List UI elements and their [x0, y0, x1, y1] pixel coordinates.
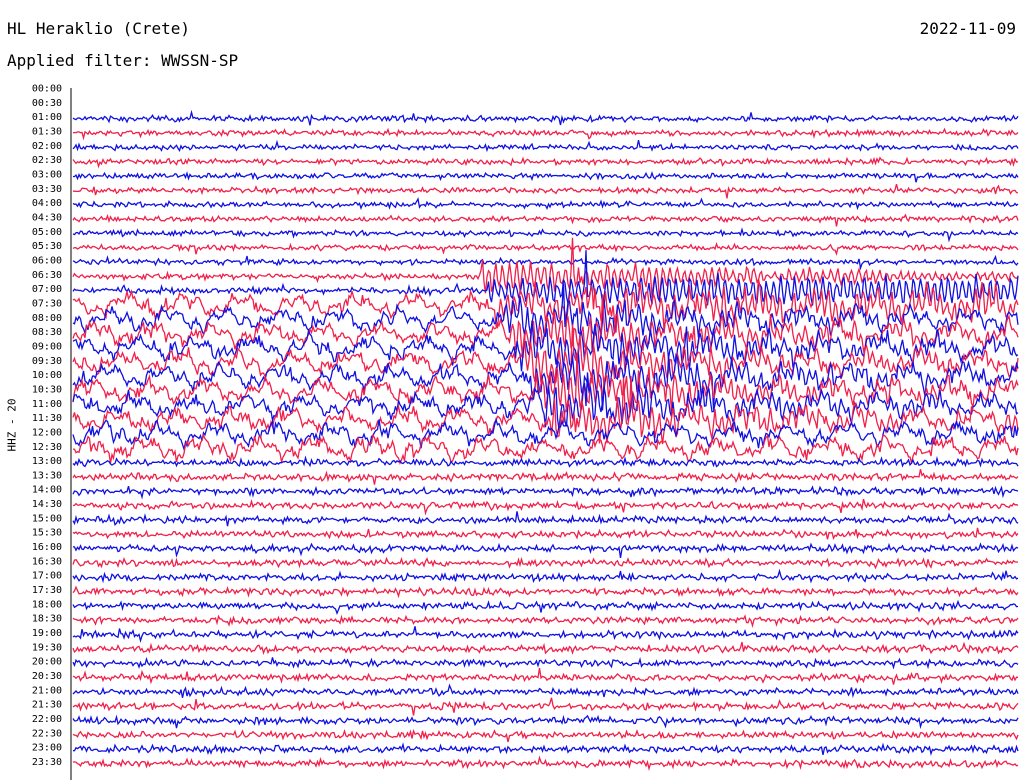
- trace-2030: [72, 667, 1019, 685]
- y-tick-label: 01:00: [32, 112, 62, 123]
- trace-2330: [72, 755, 1019, 772]
- y-tick-label: 16:30: [32, 556, 62, 567]
- y-tick-label: 13:30: [32, 470, 62, 481]
- y-tick-label: 00:30: [32, 98, 62, 109]
- trace-0330: [72, 184, 1019, 199]
- trace-2000: [72, 656, 1019, 670]
- trace-0830: [72, 294, 1019, 358]
- trace-0230: [72, 156, 1019, 169]
- y-tick-label: 23:30: [32, 757, 62, 768]
- y-tick-label: 23:00: [32, 743, 62, 754]
- y-axis-title: HHZ - 20: [5, 398, 19, 452]
- y-tick-label: 02:30: [32, 155, 62, 166]
- y-tick-label: 21:00: [32, 685, 62, 696]
- y-tick-label: 09:00: [32, 341, 62, 352]
- y-tick-label: 15:00: [32, 513, 62, 524]
- y-tick-label: 10:30: [32, 384, 62, 395]
- y-tick-label: 06:00: [32, 255, 62, 266]
- y-tick-label: 04:30: [32, 212, 62, 223]
- y-tick-label: 01:30: [32, 126, 62, 137]
- y-tick-label: 15:30: [32, 528, 62, 539]
- y-tick-label: 11:00: [32, 399, 62, 410]
- trace-1600: [72, 542, 1019, 559]
- y-tick-label: 04:00: [32, 198, 62, 209]
- y-tick-label: 12:30: [32, 442, 62, 453]
- trace-0500: [72, 227, 1019, 243]
- trace-1530: [72, 527, 1019, 541]
- y-tick-label: 06:30: [32, 270, 62, 281]
- y-tick-label: 17:30: [32, 585, 62, 596]
- y-tick-label: 16:00: [32, 542, 62, 553]
- trace-0400: [72, 197, 1019, 211]
- trace-1230: [72, 433, 1019, 466]
- y-tick-label: 03:30: [32, 184, 62, 195]
- trace-1400: [72, 485, 1019, 500]
- trace-2100: [72, 683, 1019, 699]
- trace-0530: [72, 242, 1019, 256]
- trace-0130: [72, 127, 1019, 141]
- y-tick-label: 20:00: [32, 657, 62, 668]
- y-tick-label: 22:00: [32, 714, 62, 725]
- y-tick-label: 18:30: [32, 614, 62, 625]
- y-tick-label: 00:00: [32, 84, 62, 95]
- y-tick-label: 07:30: [32, 298, 62, 309]
- trace-1830: [72, 614, 1019, 629]
- y-tick-label: 14:30: [32, 499, 62, 510]
- helicorder-plot: 00:00 00:30 01:00 01:30 02:00 02:30 03:00 03:30…: [32, 84, 1019, 780]
- y-tick-label: 08:30: [32, 327, 62, 338]
- trace-1730: [72, 585, 1019, 599]
- trace-1330: [72, 469, 1019, 485]
- trace-1430: [72, 498, 1019, 516]
- y-tick-label: 12:00: [32, 427, 62, 438]
- y-tick-label: 02:00: [32, 141, 62, 152]
- y-tick-label: 19:30: [32, 642, 62, 653]
- y-tick-labels: 00:00 00:30 01:00 01:30 02:00 02:30 03:00 03:30…: [32, 84, 62, 769]
- y-tick-label: 19:00: [32, 628, 62, 639]
- y-tick-label: 20:30: [32, 671, 62, 682]
- trace-2300: [72, 742, 1019, 757]
- trace-1630: [72, 556, 1019, 570]
- y-tick-label: 03:00: [32, 169, 62, 180]
- trace-1300: [72, 455, 1019, 468]
- y-tick-label: 10:00: [32, 370, 62, 381]
- trace-2230: [72, 728, 1019, 743]
- seismic-traces: [72, 109, 1019, 772]
- y-tick-label: 22:30: [32, 728, 62, 739]
- trace-1930: [72, 641, 1019, 655]
- trace-1800: [72, 599, 1019, 616]
- y-tick-label: 05:30: [32, 241, 62, 252]
- y-tick-label: 08:00: [32, 313, 62, 324]
- trace-1900: [72, 626, 1019, 643]
- y-tick-label: 07:00: [32, 284, 62, 295]
- trace-0200: [72, 139, 1019, 153]
- trace-1500: [72, 511, 1019, 527]
- trace-0430: [72, 213, 1019, 227]
- y-tick-label: 17:00: [32, 571, 62, 582]
- y-tick-label: 11:30: [32, 413, 62, 424]
- trace-0600: [72, 254, 1019, 271]
- y-tick-label: 21:30: [32, 700, 62, 711]
- y-tick-label: 14:00: [32, 485, 62, 496]
- trace-1700: [72, 568, 1019, 584]
- y-tick-label: 18:00: [32, 599, 62, 610]
- trace-0100: [72, 109, 1019, 126]
- y-tick-label: 13:00: [32, 456, 62, 467]
- y-tick-label: 05:00: [32, 227, 62, 238]
- trace-2130: [72, 697, 1019, 716]
- trace-2200: [72, 714, 1019, 730]
- y-tick-label: 09:30: [32, 356, 62, 367]
- trace-0300: [72, 170, 1019, 183]
